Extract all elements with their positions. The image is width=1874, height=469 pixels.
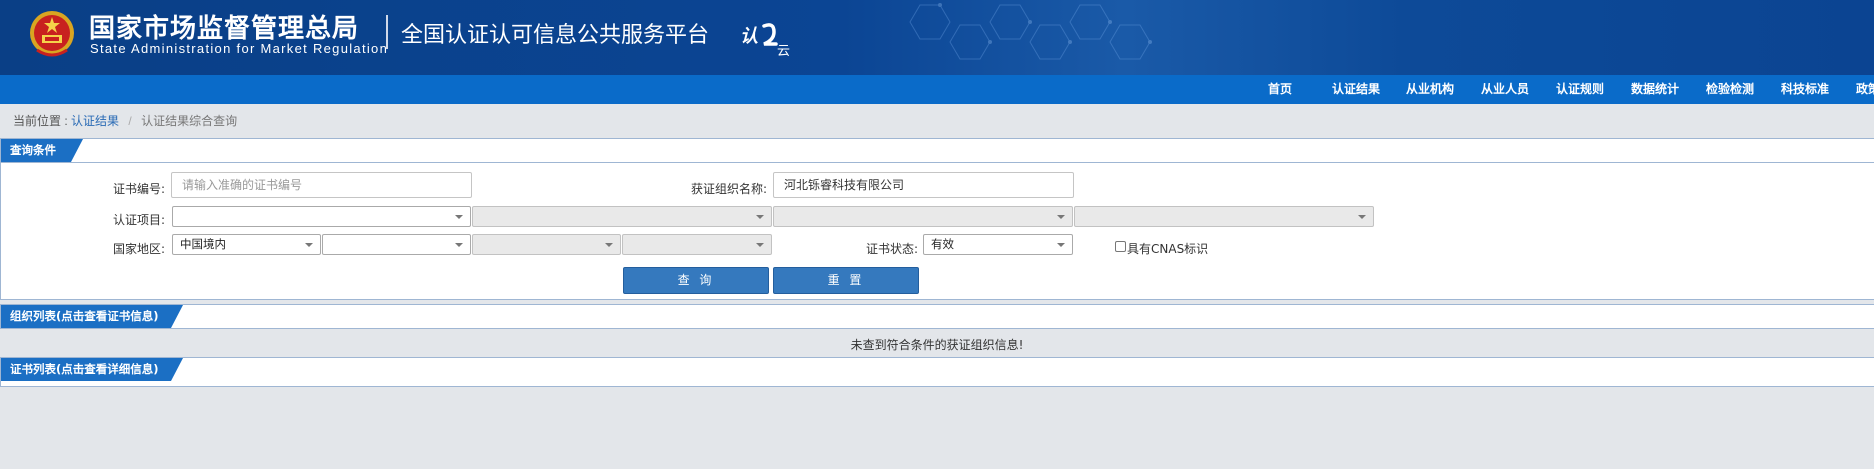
org-list-title: 组织列表(点击查看证书信息) — [10, 309, 159, 323]
cert-project-label: 认证项目: — [113, 213, 166, 227]
reset-button[interactable]: 重 置 — [773, 267, 919, 294]
nav-item-personnel[interactable]: 从业人员 — [1481, 75, 1529, 104]
cert-list-header: 证书列表(点击查看详细信息) — [1, 358, 1874, 381]
nav-item-cert-results[interactable]: 认证结果 — [1332, 75, 1380, 104]
cert-project-select-4[interactable] — [1074, 206, 1374, 227]
svg-text:认: 认 — [740, 26, 758, 47]
cert-list-title: 证书列表(点击查看详细信息) — [10, 362, 159, 376]
chevron-down-icon — [1358, 215, 1366, 219]
region-select-country[interactable]: 中国境内 — [172, 234, 321, 255]
renyun-logo-icon: 认 云 — [740, 23, 790, 56]
query-panel: 查询条件 证书编号: 获证组织名称: 河北铄睿科技有限公司 认证项目: 国家地区… — [0, 138, 1874, 300]
cert-status-label: 证书状态: — [866, 242, 919, 256]
org-list-header: 组织列表(点击查看证书信息) — [1, 305, 1874, 328]
cert-no-label: 证书编号: — [113, 182, 166, 196]
hexagon-pattern-decoration — [909, 3, 1152, 60]
org-name-en: State Administration for Market Regulati… — [90, 41, 389, 56]
header-divider — [386, 15, 388, 49]
cert-list-panel: 证书列表(点击查看详细信息) — [0, 357, 1874, 387]
query-panel-header: 查询条件 — [1, 139, 1874, 163]
breadcrumb-separator: / — [128, 114, 132, 128]
org-name-cn: 国家市场监督管理总局 — [89, 14, 360, 44]
org-list-empty-message: 未查到符合条件的获证组织信息! — [850, 338, 1024, 352]
main-nav: 首页 认证结果 从业机构 从业人员 认证规则 数据统计 检验检测 科技标准 政策 — [0, 75, 1874, 104]
query-panel-title: 查询条件 — [10, 143, 56, 157]
breadcrumb-current: 认证结果综合查询 — [141, 114, 238, 128]
breadcrumb: 当前位置 : 认证结果 / 认证结果综合查询 — [13, 112, 237, 129]
cert-status-value: 有效 — [931, 237, 954, 251]
nav-item-home[interactable]: 首页 — [1268, 75, 1292, 104]
region-select-city[interactable] — [472, 234, 621, 255]
chevron-down-icon — [455, 243, 463, 247]
cnas-checkbox[interactable] — [1115, 241, 1126, 252]
breadcrumb-link-cert-results[interactable]: 认证结果 — [71, 114, 119, 128]
chevron-down-icon — [756, 215, 764, 219]
org-name-input[interactable]: 河北铄睿科技有限公司 — [773, 172, 1074, 198]
svg-text:云: 云 — [777, 44, 790, 56]
cnas-checkbox-label: 具有CNAS标识 — [1127, 242, 1209, 256]
chevron-down-icon — [756, 243, 764, 247]
chevron-down-icon — [455, 215, 463, 219]
cert-status-select[interactable]: 有效 — [923, 234, 1073, 255]
chevron-down-icon — [1057, 215, 1065, 219]
chevron-down-icon — [305, 243, 313, 247]
cert-project-select-3[interactable] — [773, 206, 1073, 227]
cert-project-select-2[interactable] — [472, 206, 772, 227]
nav-item-institutions[interactable]: 从业机构 — [1406, 75, 1454, 104]
org-list-panel: 组织列表(点击查看证书信息) — [0, 304, 1874, 329]
chevron-down-icon — [605, 243, 613, 247]
header-banner: 国家市场监督管理总局 State Administration for Mark… — [0, 0, 1874, 75]
breadcrumb-prefix: 当前位置 : — [13, 114, 68, 128]
platform-title: 全国认证认可信息公共服务平台 — [401, 23, 710, 48]
nav-item-policy[interactable]: 政策 — [1856, 75, 1874, 104]
cert-no-input[interactable] — [171, 172, 472, 198]
region-select-value: 中国境内 — [180, 237, 226, 251]
search-button[interactable]: 查 询 — [623, 267, 769, 294]
nav-item-cert-rules[interactable]: 认证规则 — [1556, 75, 1604, 104]
region-label: 国家地区: — [113, 242, 166, 256]
region-select-province[interactable] — [322, 234, 471, 255]
nav-item-inspection[interactable]: 检验检测 — [1706, 75, 1754, 104]
cert-project-select-1[interactable] — [172, 206, 471, 227]
org-name-label: 获证组织名称: — [691, 182, 768, 196]
chevron-down-icon — [1057, 243, 1065, 247]
nav-item-standards[interactable]: 科技标准 — [1781, 75, 1829, 104]
nav-item-statistics[interactable]: 数据统计 — [1631, 75, 1679, 104]
region-select-district[interactable] — [622, 234, 772, 255]
national-emblem-icon — [30, 11, 74, 57]
